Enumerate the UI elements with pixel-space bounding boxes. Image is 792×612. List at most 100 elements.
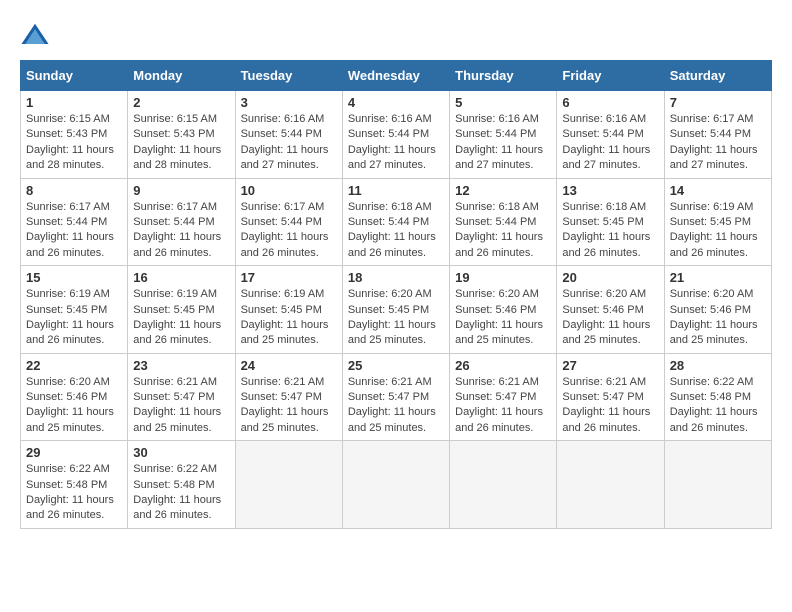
sunrise-label: Sunrise: 6:21 AM — [241, 376, 325, 388]
daylight-label: Daylight: 11 hours and 25 minutes. — [348, 319, 436, 346]
daylight-label: Daylight: 11 hours and 26 minutes. — [455, 231, 543, 258]
day-info: Sunrise: 6:20 AM Sunset: 5:46 PM Dayligh… — [455, 287, 551, 349]
sunrise-label: Sunrise: 6:21 AM — [348, 376, 432, 388]
sunset-label: Sunset: 5:48 PM — [133, 479, 214, 491]
calendar-header-monday: Monday — [128, 61, 235, 91]
day-info: Sunrise: 6:20 AM Sunset: 5:45 PM Dayligh… — [348, 287, 444, 349]
daylight-label: Daylight: 11 hours and 25 minutes. — [241, 406, 329, 433]
calendar-cell: 12 Sunrise: 6:18 AM Sunset: 5:44 PM Dayl… — [450, 178, 557, 266]
day-info: Sunrise: 6:19 AM Sunset: 5:45 PM Dayligh… — [670, 200, 766, 262]
daylight-label: Daylight: 11 hours and 26 minutes. — [133, 494, 221, 521]
day-number: 28 — [670, 358, 766, 373]
daylight-label: Daylight: 11 hours and 27 minutes. — [348, 144, 436, 171]
daylight-label: Daylight: 11 hours and 26 minutes. — [26, 231, 114, 258]
calendar-week-row: 22 Sunrise: 6:20 AM Sunset: 5:46 PM Dayl… — [21, 353, 772, 441]
calendar-header-row: SundayMondayTuesdayWednesdayThursdayFrid… — [21, 61, 772, 91]
day-info: Sunrise: 6:21 AM Sunset: 5:47 PM Dayligh… — [348, 375, 444, 437]
day-info: Sunrise: 6:16 AM Sunset: 5:44 PM Dayligh… — [348, 112, 444, 174]
sunrise-label: Sunrise: 6:17 AM — [670, 113, 754, 125]
sunrise-label: Sunrise: 6:21 AM — [562, 376, 646, 388]
calendar-cell: 29 Sunrise: 6:22 AM Sunset: 5:48 PM Dayl… — [21, 441, 128, 529]
sunrise-label: Sunrise: 6:17 AM — [26, 201, 110, 213]
sunset-label: Sunset: 5:45 PM — [348, 304, 429, 316]
daylight-label: Daylight: 11 hours and 25 minutes. — [26, 406, 114, 433]
calendar-cell — [664, 441, 771, 529]
day-info: Sunrise: 6:20 AM Sunset: 5:46 PM Dayligh… — [562, 287, 658, 349]
day-info: Sunrise: 6:18 AM Sunset: 5:44 PM Dayligh… — [455, 200, 551, 262]
calendar-cell — [235, 441, 342, 529]
daylight-label: Daylight: 11 hours and 25 minutes. — [241, 319, 329, 346]
calendar-table: SundayMondayTuesdayWednesdayThursdayFrid… — [20, 60, 772, 529]
day-info: Sunrise: 6:22 AM Sunset: 5:48 PM Dayligh… — [133, 462, 229, 524]
day-number: 8 — [26, 183, 122, 198]
day-info: Sunrise: 6:19 AM Sunset: 5:45 PM Dayligh… — [26, 287, 122, 349]
day-number: 30 — [133, 445, 229, 460]
sunset-label: Sunset: 5:44 PM — [241, 128, 322, 140]
sunset-label: Sunset: 5:44 PM — [562, 128, 643, 140]
sunrise-label: Sunrise: 6:17 AM — [241, 201, 325, 213]
calendar-cell: 22 Sunrise: 6:20 AM Sunset: 5:46 PM Dayl… — [21, 353, 128, 441]
logo-icon — [20, 20, 50, 50]
sunrise-label: Sunrise: 6:16 AM — [348, 113, 432, 125]
sunrise-label: Sunrise: 6:15 AM — [133, 113, 217, 125]
day-number: 23 — [133, 358, 229, 373]
daylight-label: Daylight: 11 hours and 25 minutes. — [455, 319, 543, 346]
day-number: 21 — [670, 270, 766, 285]
calendar-cell — [450, 441, 557, 529]
day-info: Sunrise: 6:15 AM Sunset: 5:43 PM Dayligh… — [133, 112, 229, 174]
calendar-cell: 8 Sunrise: 6:17 AM Sunset: 5:44 PM Dayli… — [21, 178, 128, 266]
daylight-label: Daylight: 11 hours and 26 minutes. — [562, 406, 650, 433]
calendar-cell: 9 Sunrise: 6:17 AM Sunset: 5:44 PM Dayli… — [128, 178, 235, 266]
daylight-label: Daylight: 11 hours and 26 minutes. — [133, 231, 221, 258]
calendar-cell: 27 Sunrise: 6:21 AM Sunset: 5:47 PM Dayl… — [557, 353, 664, 441]
daylight-label: Daylight: 11 hours and 25 minutes. — [562, 319, 650, 346]
logo — [20, 20, 54, 50]
sunrise-label: Sunrise: 6:19 AM — [26, 288, 110, 300]
sunrise-label: Sunrise: 6:18 AM — [348, 201, 432, 213]
day-info: Sunrise: 6:17 AM Sunset: 5:44 PM Dayligh… — [133, 200, 229, 262]
day-info: Sunrise: 6:17 AM Sunset: 5:44 PM Dayligh… — [26, 200, 122, 262]
calendar-cell: 17 Sunrise: 6:19 AM Sunset: 5:45 PM Dayl… — [235, 266, 342, 354]
calendar-week-row: 8 Sunrise: 6:17 AM Sunset: 5:44 PM Dayli… — [21, 178, 772, 266]
sunrise-label: Sunrise: 6:20 AM — [455, 288, 539, 300]
day-info: Sunrise: 6:21 AM Sunset: 5:47 PM Dayligh… — [133, 375, 229, 437]
day-info: Sunrise: 6:19 AM Sunset: 5:45 PM Dayligh… — [133, 287, 229, 349]
day-info: Sunrise: 6:20 AM Sunset: 5:46 PM Dayligh… — [26, 375, 122, 437]
calendar-cell: 18 Sunrise: 6:20 AM Sunset: 5:45 PM Dayl… — [342, 266, 449, 354]
daylight-label: Daylight: 11 hours and 26 minutes. — [26, 319, 114, 346]
calendar-cell: 23 Sunrise: 6:21 AM Sunset: 5:47 PM Dayl… — [128, 353, 235, 441]
sunset-label: Sunset: 5:44 PM — [455, 128, 536, 140]
day-number: 22 — [26, 358, 122, 373]
sunset-label: Sunset: 5:47 PM — [562, 391, 643, 403]
day-number: 24 — [241, 358, 337, 373]
sunset-label: Sunset: 5:45 PM — [133, 304, 214, 316]
calendar-week-row: 15 Sunrise: 6:19 AM Sunset: 5:45 PM Dayl… — [21, 266, 772, 354]
day-info: Sunrise: 6:21 AM Sunset: 5:47 PM Dayligh… — [241, 375, 337, 437]
sunrise-label: Sunrise: 6:22 AM — [26, 463, 110, 475]
sunset-label: Sunset: 5:47 PM — [133, 391, 214, 403]
daylight-label: Daylight: 11 hours and 27 minutes. — [562, 144, 650, 171]
day-info: Sunrise: 6:17 AM Sunset: 5:44 PM Dayligh… — [241, 200, 337, 262]
sunset-label: Sunset: 5:43 PM — [133, 128, 214, 140]
sunset-label: Sunset: 5:44 PM — [133, 216, 214, 228]
day-info: Sunrise: 6:17 AM Sunset: 5:44 PM Dayligh… — [670, 112, 766, 174]
sunset-label: Sunset: 5:44 PM — [670, 128, 751, 140]
calendar-cell: 11 Sunrise: 6:18 AM Sunset: 5:44 PM Dayl… — [342, 178, 449, 266]
day-info: Sunrise: 6:16 AM Sunset: 5:44 PM Dayligh… — [241, 112, 337, 174]
calendar-cell: 10 Sunrise: 6:17 AM Sunset: 5:44 PM Dayl… — [235, 178, 342, 266]
calendar-cell: 2 Sunrise: 6:15 AM Sunset: 5:43 PM Dayli… — [128, 91, 235, 179]
sunrise-label: Sunrise: 6:22 AM — [670, 376, 754, 388]
day-number: 17 — [241, 270, 337, 285]
sunrise-label: Sunrise: 6:16 AM — [241, 113, 325, 125]
calendar-week-row: 1 Sunrise: 6:15 AM Sunset: 5:43 PM Dayli… — [21, 91, 772, 179]
day-number: 11 — [348, 183, 444, 198]
calendar-header-sunday: Sunday — [21, 61, 128, 91]
sunrise-label: Sunrise: 6:20 AM — [26, 376, 110, 388]
calendar-cell: 20 Sunrise: 6:20 AM Sunset: 5:46 PM Dayl… — [557, 266, 664, 354]
day-info: Sunrise: 6:16 AM Sunset: 5:44 PM Dayligh… — [562, 112, 658, 174]
sunset-label: Sunset: 5:44 PM — [348, 216, 429, 228]
daylight-label: Daylight: 11 hours and 26 minutes. — [241, 231, 329, 258]
day-info: Sunrise: 6:22 AM Sunset: 5:48 PM Dayligh… — [26, 462, 122, 524]
calendar-cell: 30 Sunrise: 6:22 AM Sunset: 5:48 PM Dayl… — [128, 441, 235, 529]
sunrise-label: Sunrise: 6:21 AM — [133, 376, 217, 388]
